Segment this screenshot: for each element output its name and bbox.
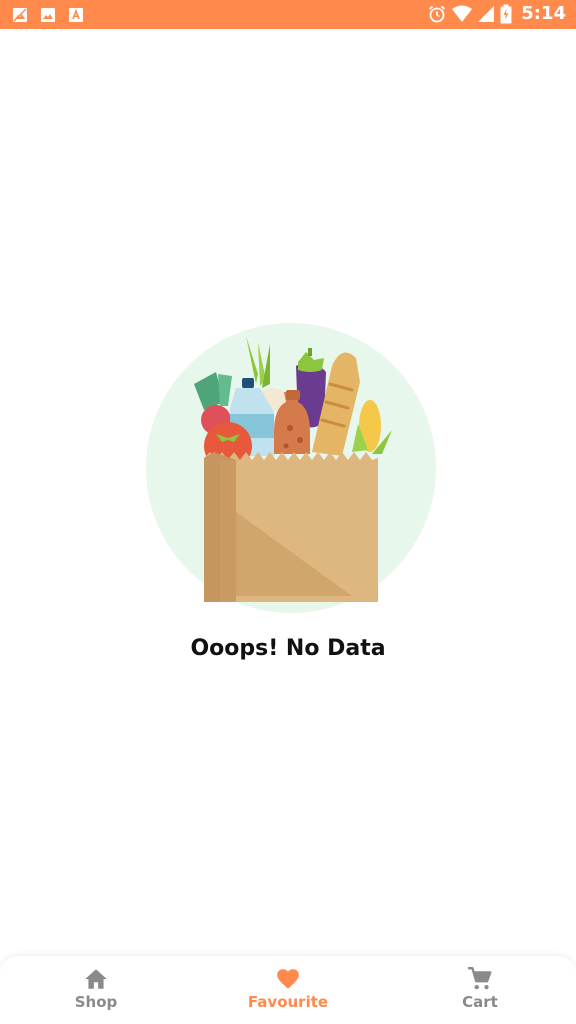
heart-icon bbox=[277, 969, 299, 989]
wifi-icon bbox=[452, 5, 473, 22]
battery-icon bbox=[500, 4, 512, 23]
bottom-navigation: Shop Favourite Cart bbox=[0, 956, 576, 1024]
image-icon bbox=[41, 8, 55, 22]
nav-label-favourite: Favourite bbox=[247, 993, 329, 1011]
empty-state-message: Ooops! No Data bbox=[190, 636, 386, 661]
status-time: 5:14 bbox=[521, 3, 566, 24]
nav-item-favourite[interactable]: Favourite bbox=[192, 966, 384, 1022]
nav-item-cart[interactable]: Cart bbox=[384, 966, 576, 1022]
nav-item-shop[interactable]: Shop bbox=[0, 966, 192, 1022]
cart-icon bbox=[468, 966, 492, 990]
home-icon bbox=[85, 969, 107, 989]
nav-label-shop: Shop bbox=[74, 993, 118, 1011]
grocery-bag-illustration bbox=[146, 323, 436, 613]
status-bar: 5:14 bbox=[0, 0, 576, 29]
nav-label-cart: Cart bbox=[462, 993, 498, 1011]
image-crossed-icon bbox=[13, 8, 27, 22]
alarm-icon bbox=[429, 5, 446, 22]
font-a-icon bbox=[69, 8, 83, 22]
signal-icon bbox=[478, 5, 495, 22]
